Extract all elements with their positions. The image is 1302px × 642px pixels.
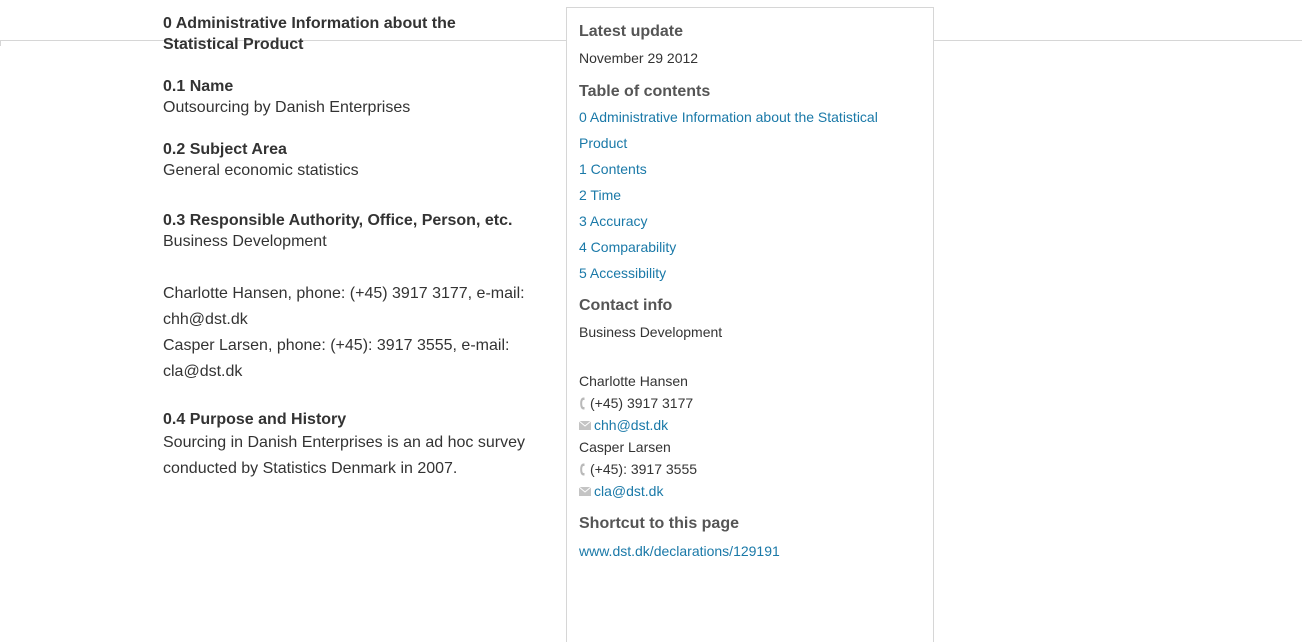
contact-phone-row: (+45) 3917 3177 — [579, 392, 919, 414]
contact-paragraph-1: Charlotte Hansen, phone: (+45) 3917 3177… — [163, 285, 525, 328]
shortcut-link[interactable]: www.dst.dk/declarations/129191 — [579, 538, 919, 564]
subsection-text-responsible-authority: Business Development — [163, 233, 327, 250]
toc-link-administrative[interactable]: 0 Administrative Information about the S… — [579, 104, 909, 156]
contact-name-text: Charlotte Hansen — [579, 373, 688, 389]
toc-heading: Table of contents — [579, 83, 711, 100]
subsection-title-subject-area: 0.2 Subject Area — [163, 141, 287, 158]
toc-link-time[interactable]: 2 Time — [579, 182, 919, 208]
main-content: 0 Administrative Information about the S… — [163, 13, 553, 482]
subsection-text-subject-area: General economic statistics — [163, 162, 359, 179]
subsection-title-name: 0.1 Name — [163, 78, 234, 95]
contact-heading: Contact info — [579, 297, 673, 314]
toc-link-accuracy[interactable]: 3 Accuracy — [579, 208, 919, 234]
top-rule-left-cap — [0, 40, 1, 46]
contact-paragraph-2: Casper Larsen, phone: (+45): 3917 3555, … — [163, 337, 510, 380]
top-rule-right — [934, 40, 1302, 41]
contact-name-text: Casper Larsen — [579, 439, 671, 455]
phone-icon — [580, 463, 585, 475]
contact-email-row: chh@dst.dk — [579, 414, 919, 436]
mail-icon — [579, 486, 591, 496]
subsection-title-responsible-authority: 0.3 Responsible Authority, Office, Perso… — [163, 212, 513, 229]
contact-name: Charlotte Hansen — [579, 370, 919, 392]
contact-phone-text: (+45) 3917 3177 — [590, 395, 694, 411]
contact-email-link[interactable]: cla@dst.dk — [594, 480, 663, 502]
shortcut-heading: Shortcut to this page — [579, 515, 739, 532]
contact-phone-text: (+45): 3917 3555 — [590, 461, 698, 477]
contact-phone-row: (+45): 3917 3555 — [579, 458, 919, 480]
latest-update-heading: Latest update — [579, 23, 684, 40]
contact-name: Casper Larsen — [579, 436, 919, 458]
sidebar-panel: Latest update November 29 2012 Table of … — [566, 7, 934, 642]
latest-update-date: November 29 2012 — [579, 50, 699, 66]
sidebar-content: Latest update November 29 2012 Table of … — [579, 22, 919, 564]
mail-icon — [579, 420, 591, 430]
toc-link-contents[interactable]: 1 Contents — [579, 156, 919, 182]
subsection-text-purpose-history: Sourcing in Danish Enterprises is an ad … — [163, 434, 525, 477]
toc-link-accessibility[interactable]: 5 Accessibility — [579, 260, 919, 286]
contact-email-link[interactable]: chh@dst.dk — [594, 414, 668, 436]
phone-icon — [580, 397, 585, 409]
toc-link-comparability[interactable]: 4 Comparability — [579, 234, 919, 260]
contact-email-row: cla@dst.dk — [579, 480, 919, 502]
subsection-title-purpose-history: 0.4 Purpose and History — [163, 411, 347, 428]
contact-department: Business Development — [579, 324, 723, 340]
subsection-text-name: Outsourcing by Danish Enterprises — [163, 99, 411, 116]
section-title: 0 Administrative Information about the S… — [163, 15, 456, 53]
